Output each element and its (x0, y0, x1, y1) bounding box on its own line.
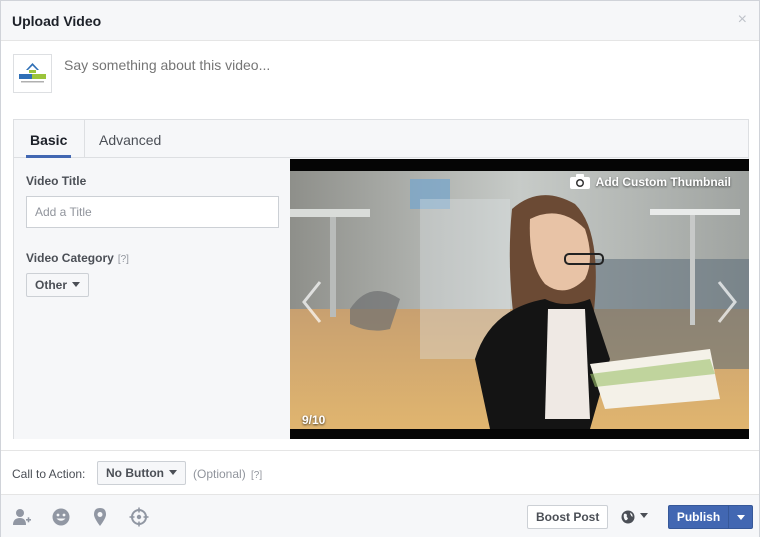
video-title-input[interactable] (26, 196, 279, 228)
tab-divider (84, 120, 85, 158)
video-thumbnail-preview: Add Custom Thumbnail 9/10 (290, 159, 749, 439)
add-custom-thumbnail-button[interactable]: Add Custom Thumbnail (569, 174, 731, 190)
dialog-title: Upload Video (12, 13, 102, 29)
audience-selector[interactable] (621, 509, 648, 524)
camera-icon (569, 174, 590, 190)
publish-button[interactable]: Publish (668, 505, 753, 529)
previous-thumbnail-arrow[interactable] (298, 277, 328, 327)
chevron-down-icon (168, 470, 177, 476)
page-avatar (13, 54, 52, 93)
basic-form: Video Title Video Category[?] Other (14, 159, 290, 439)
chevron-left-icon (302, 281, 322, 323)
optional-note: (Optional) [?] (193, 467, 263, 481)
video-category-label: Video Category [?] (26, 251, 129, 265)
next-thumbnail-arrow[interactable] (711, 277, 741, 327)
thumbnail-counter: 9/10 (302, 413, 326, 427)
help-link[interactable]: [?] (251, 470, 262, 481)
help-link[interactable]: [?] (118, 254, 129, 265)
composer (1, 41, 759, 119)
video-frame-image (290, 159, 749, 439)
call-to-action-dropdown[interactable]: No Button (97, 461, 186, 485)
tab-basic[interactable]: Basic (30, 132, 67, 148)
tab-bar: Basic Advanced (14, 120, 748, 158)
call-to-action-row: Call to Action: No Button (Optional) [?] (1, 450, 759, 494)
video-category-dropdown[interactable]: Other (26, 273, 90, 297)
globe-icon (621, 510, 635, 524)
call-to-action-label: Call to Action: (12, 467, 86, 481)
composer-footer: Boost Post Publish (1, 494, 759, 537)
tag-people-icon[interactable] (12, 507, 32, 527)
upload-video-dialog: Upload Video × Basic Advanced Video Titl… (0, 0, 760, 537)
boost-post-button[interactable]: Boost Post (527, 505, 609, 529)
page-logo-icon (14, 55, 51, 92)
video-title-label: Video Title (26, 174, 87, 188)
publish-options-dropdown[interactable] (729, 506, 753, 528)
feeling-icon[interactable] (51, 507, 71, 527)
tab-advanced[interactable]: Advanced (99, 132, 161, 148)
location-icon[interactable] (90, 507, 110, 527)
active-tab-indicator (26, 155, 71, 158)
chevron-right-icon (717, 281, 737, 323)
target-icon[interactable] (129, 507, 149, 527)
status-input[interactable] (64, 57, 664, 73)
close-icon[interactable]: × (738, 11, 747, 29)
chevron-down-icon (737, 515, 745, 520)
video-details-panel: Basic Advanced Video Title Video Categor… (13, 119, 749, 439)
dialog-header: Upload Video × (1, 1, 759, 41)
chevron-down-icon (72, 282, 81, 288)
chevron-down-icon (640, 513, 648, 519)
